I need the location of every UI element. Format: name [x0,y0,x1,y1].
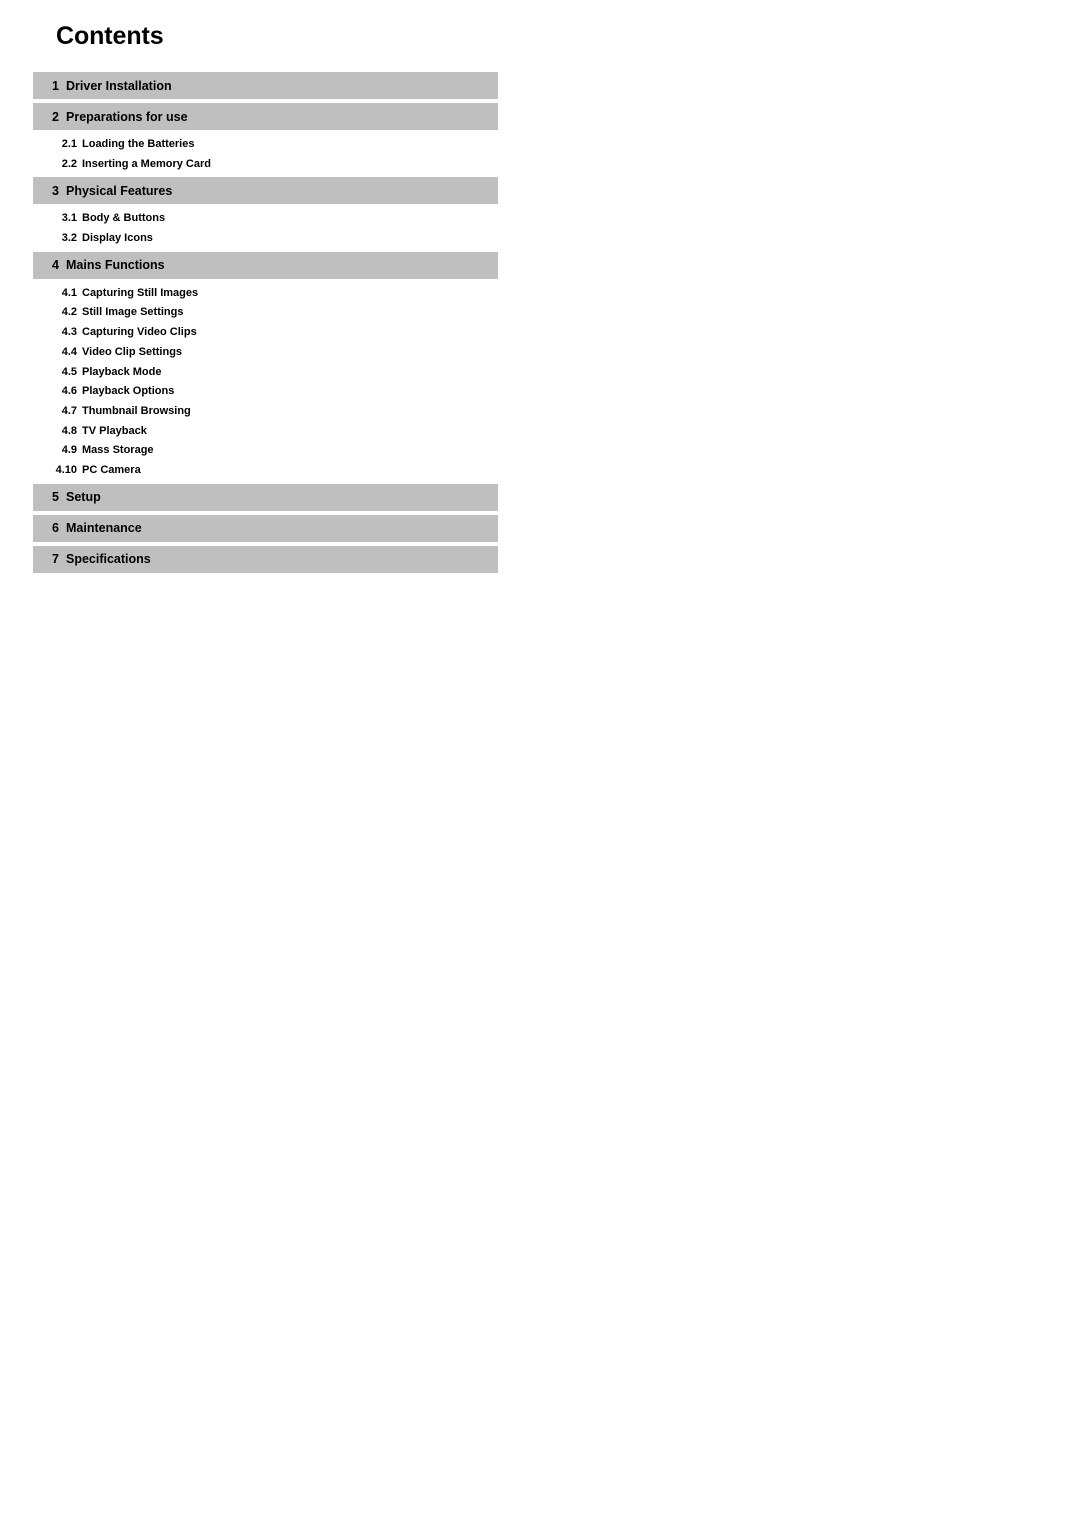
toc-subsection-row[interactable]: 4.8 TV Playback [33,422,498,442]
toc-subsection-label: Inserting a Memory Card [82,157,211,170]
toc-section-row[interactable]: 2 Preparations for use [33,103,498,130]
toc-group: 7 Specifications [33,545,498,573]
toc-subsection-row[interactable]: 4.3 Capturing Video Clips [33,323,498,343]
toc-group: 6 Maintenance [33,514,498,542]
table-of-contents: 1 Driver Installation 2 Preparations for us… [33,72,498,573]
toc-section-row[interactable]: 3 Physical Features [33,177,498,205]
toc-subsection-label: Body & Buttons [82,212,166,225]
toc-subsection-label: Playback Options [82,385,175,398]
toc-subsection-row[interactable]: 4.6 Playback Options [33,382,498,402]
toc-subsection-label: Capturing Video Clips [82,326,197,339]
toc-subsection-number: 4.1 [61,286,77,299]
toc-section-number: 4 [52,258,59,273]
toc-section-number: 7 [52,552,59,567]
toc-section-row[interactable]: 7 Specifications [33,545,498,573]
toc-subsection-row[interactable]: 4.10 PC Camera [33,461,498,481]
toc-subsection-label: Loading the Batteries [82,138,195,150]
toc-subsection-number: 4.10 [55,463,77,476]
toc-subsection-row[interactable]: 4.2 Still Image Settings [33,303,498,323]
toc-subsection-number: 2.2 [61,157,77,170]
toc-subsection-number: 3.2 [61,232,77,245]
toc-group: 2 Preparations for use 2.1 Loading the Batt… [33,103,498,177]
toc-subsection-number: 4.9 [61,444,77,457]
toc-subsection-row[interactable]: 2.2 Inserting a Memory Card [33,155,498,175]
toc-subsection-number: 2.1 [61,138,77,150]
toc-section-label: Driver Installation [66,78,172,93]
toc-section-label: Preparations for use [66,109,188,124]
toc-group: 3 Physical Features 3.1 Body & Buttons 3.2 Di… [33,177,498,251]
toc-subsection-row[interactable]: 4.4 Video Clip Settings [33,343,498,363]
toc-subsection-number: 3.1 [61,212,77,225]
toc-subsection-number: 4.8 [61,424,77,437]
toc-section-label: Physical Features [66,183,173,198]
toc-subsection-row[interactable]: 4.9 Mass Storage [33,441,498,461]
toc-subsection-label: Display Icons [82,232,153,245]
toc-section-label: Maintenance [66,521,142,536]
toc-section-number: 1 [52,78,59,93]
toc-subsection-list: 3.1 Body & Buttons 3.2 Display Icons [33,208,498,251]
toc-subsection-label: Still Image Settings [82,306,184,319]
toc-subsection-number: 4.4 [61,345,77,358]
toc-subsection-label: PC Camera [82,463,141,476]
toc-section-row[interactable]: 5 Setup [33,483,498,511]
toc-section-number: 5 [52,490,59,505]
toc-section-row[interactable]: 6 Maintenance [33,514,498,542]
toc-group: 5 Setup [33,483,498,511]
toc-group: 1 Driver Installation [33,72,498,99]
toc-section-number: 6 [52,521,59,536]
toc-subsection-number: 4.2 [61,306,77,319]
toc-subsection-number: 4.6 [61,385,77,398]
toc-subsection-row[interactable]: 2.1 Loading the Batteries [33,135,498,155]
toc-subsection-number: 4.3 [61,326,77,339]
document-page: Contents 1 Driver Installation 2 Preparatio… [0,0,1080,1528]
toc-section-number: 3 [52,183,59,198]
toc-subsection-label: Playback Mode [82,365,162,378]
toc-section-row[interactable]: 1 Driver Installation [33,72,498,99]
toc-section-label: Mains Functions [66,258,165,273]
toc-subsection-label: Thumbnail Browsing [82,404,191,417]
toc-section-number: 2 [52,109,59,124]
toc-subsection-row[interactable]: 4.5 Playback Mode [33,363,498,383]
toc-subsection-number: 4.7 [61,404,77,417]
toc-subsection-label: Capturing Still Images [82,286,199,299]
toc-subsection-row[interactable]: 3.1 Body & Buttons [33,209,498,229]
toc-subsection-list: 4.1 Capturing Still Images 4.2 Still Image … [33,283,498,484]
toc-subsection-row[interactable]: 3.2 Display Icons [33,229,498,249]
toc-subsection-row[interactable]: 4.1 Capturing Still Images [33,284,498,304]
toc-subsection-number: 4.5 [61,365,77,378]
toc-section-row[interactable]: 4 Mains Functions [33,251,498,279]
toc-group: 4 Mains Functions 4.1 Capturing Still Image… [33,251,498,484]
toc-subsection-label: TV Playback [82,424,147,437]
toc-subsection-list: 2.1 Loading the Batteries 2.2 Inserting a M… [33,134,498,177]
toc-subsection-label: Mass Storage [82,444,154,457]
toc-section-label: Setup [66,490,101,505]
toc-section-label: Specifications [66,552,151,567]
toc-subsection-row[interactable]: 4.7 Thumbnail Browsing [33,402,498,422]
toc-subsection-label: Video Clip Settings [82,345,183,358]
page-title: Contents [56,22,164,50]
